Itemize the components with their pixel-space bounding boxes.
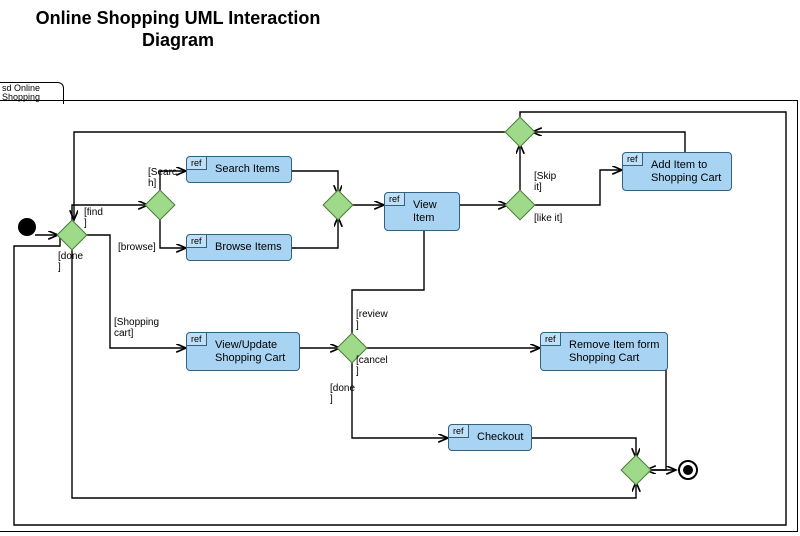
ref-label: Add Item to Shopping Cart (651, 159, 721, 184)
guard-find: [find ] (84, 208, 103, 229)
ref-view-item: ref View Item (384, 192, 460, 231)
guard-browse: [browse] (118, 243, 156, 254)
ref-tag: ref (187, 157, 207, 170)
ref-tag: ref (187, 333, 207, 346)
ref-label: Checkout (477, 431, 523, 443)
ref-search-items: ref Search Items (186, 156, 292, 183)
ref-view-update-cart: ref View/Update Shopping Cart (186, 332, 300, 371)
ref-label: View/Update Shopping Cart (215, 339, 285, 364)
guard-search: [Searc h] (148, 168, 177, 189)
final-node (678, 460, 698, 480)
guard-skip-it: [Skip it] (534, 172, 556, 193)
ref-tag: ref (449, 425, 469, 438)
ref-add-item-to-cart: ref Add Item to Shopping Cart (622, 152, 732, 191)
guard-like-it: [like it] (534, 214, 562, 225)
guard-done-bottom: [done ] (330, 384, 355, 405)
ref-checkout: ref Checkout (448, 424, 532, 451)
ref-label: Search Items (215, 163, 280, 175)
ref-label: View Item (413, 199, 437, 224)
initial-node (18, 218, 36, 236)
guard-review: [review ] (356, 310, 388, 331)
ref-tag: ref (385, 193, 405, 206)
guard-shopping-cart: [Shopping cart] (114, 318, 159, 339)
ref-tag: ref (187, 235, 207, 248)
title-line-1: Online Shopping UML Interaction (36, 8, 321, 28)
title-line-2: Diagram (142, 30, 214, 50)
ref-label: Remove Item form Shopping Cart (569, 339, 659, 364)
ref-tag: ref (623, 153, 643, 166)
guard-cancel: [cancel ] (356, 356, 388, 377)
ref-tag: ref (541, 333, 561, 346)
ref-browse-items: ref Browse Items (186, 234, 292, 261)
guard-done-top: [done ] (58, 252, 83, 273)
ref-label: Browse Items (215, 241, 282, 253)
ref-remove-item-from-cart: ref Remove Item form Shopping Cart (540, 332, 668, 371)
diagram-title: Online Shopping UML Interaction Diagram (18, 8, 338, 51)
